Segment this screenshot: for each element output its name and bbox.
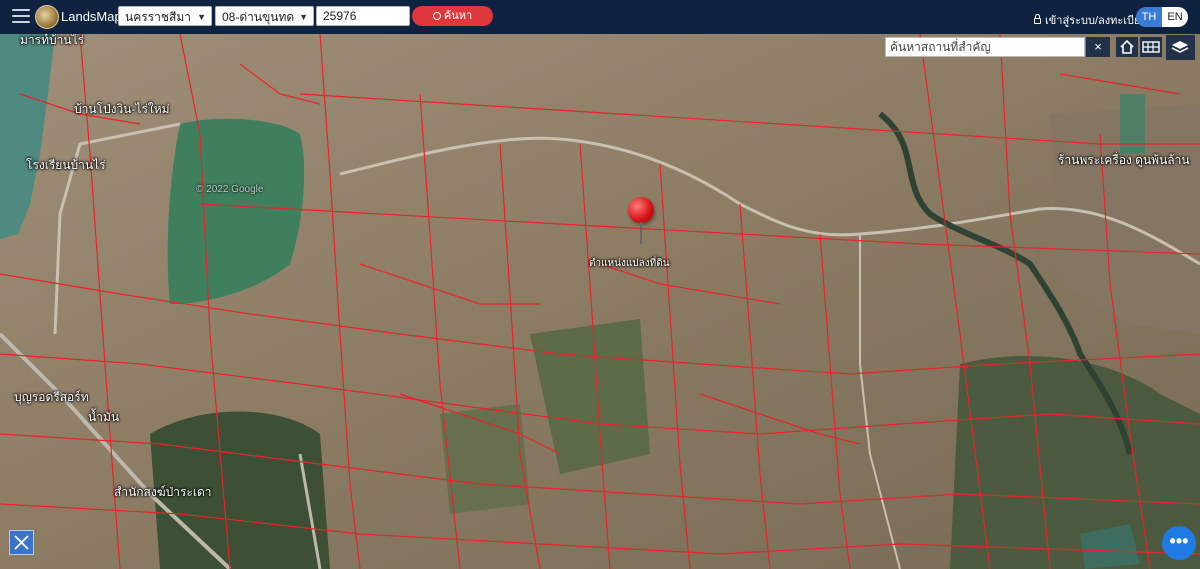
search-icon — [432, 12, 441, 20]
more-options-button[interactable]: ••• — [1162, 526, 1196, 560]
map-label-place-8: สำนักสงฆ์ป่าระเดา — [114, 485, 212, 499]
district-select[interactable]: 08-ด่านขุนทด ▼ — [215, 6, 314, 26]
clear-search-button[interactable]: × — [1086, 37, 1110, 57]
grid-button[interactable] — [1140, 37, 1162, 57]
hamburger-icon[interactable] — [12, 9, 30, 23]
map-watermark: © 2022 Google — [196, 184, 264, 195]
login-label: เข้าสู่ระบบ/ลงทะเบียน — [1045, 15, 1148, 27]
map-label-place-1: บ้านโป่งวิน-ไร่ใหม่ — [74, 102, 170, 116]
lang-en-button[interactable]: EN — [1162, 7, 1188, 27]
home-icon — [1120, 39, 1134, 54]
map-label-place-6: บุญรอดรีสอร์ท — [14, 390, 89, 404]
province-select[interactable]: นครราชสีมา ▼ — [118, 6, 212, 26]
lock-icon — [1034, 14, 1041, 24]
measure-tool-icon — [14, 535, 29, 550]
location-pin-icon[interactable] — [628, 197, 654, 223]
province-select-value: นครราชสีมา — [125, 10, 191, 24]
map-label-place-2: ร้านพระเครื่อง ดูนพ้นล้าน — [1058, 153, 1190, 167]
layers-button[interactable] — [1166, 35, 1195, 60]
home-button[interactable] — [1116, 37, 1138, 57]
layers-icon — [1171, 41, 1189, 53]
search-button-label: ค้นหา — [443, 10, 473, 22]
measure-tool-button[interactable] — [9, 530, 34, 555]
satellite-map[interactable]: มารท์บ้านไร่ บ้านโป่งวิน-ไร่ใหม่ โรงเรีย… — [0, 34, 1200, 569]
map-label-place-9: มารท์บ้านไร่ — [20, 34, 85, 47]
grid-icon — [1142, 41, 1160, 53]
map-label-place-7: น้ำมัน — [88, 410, 120, 424]
place-search-input[interactable]: ค้นหาสถานที่สำคัญ — [885, 37, 1085, 57]
login-link[interactable]: เข้าสู่ระบบ/ลงทะเบียน — [1034, 11, 1148, 29]
map-label-place-5: ตำแหน่งแปลงที่ดิน — [589, 258, 670, 269]
chevron-down-icon: ▼ — [197, 12, 206, 22]
parcel-number-input[interactable]: 25976 — [316, 6, 410, 26]
search-button[interactable]: ค้นหา — [412, 6, 493, 26]
top-bar: LandsMaps นครราชสีมา ▼ 08-ด่านขุนทด ▼ 25… — [0, 0, 1200, 34]
chevron-down-icon: ▼ — [299, 12, 308, 22]
landsmaps-logo — [35, 5, 59, 29]
pond-right — [1120, 94, 1145, 154]
district-select-value: 08-ด่านขุนทด — [222, 10, 295, 24]
location-pin-stem — [640, 222, 642, 244]
map-label-place-4: โรงเรียนบ้านไร่ — [26, 158, 106, 172]
lang-th-button[interactable]: TH — [1136, 7, 1162, 27]
field-patch-2 — [440, 404, 530, 514]
